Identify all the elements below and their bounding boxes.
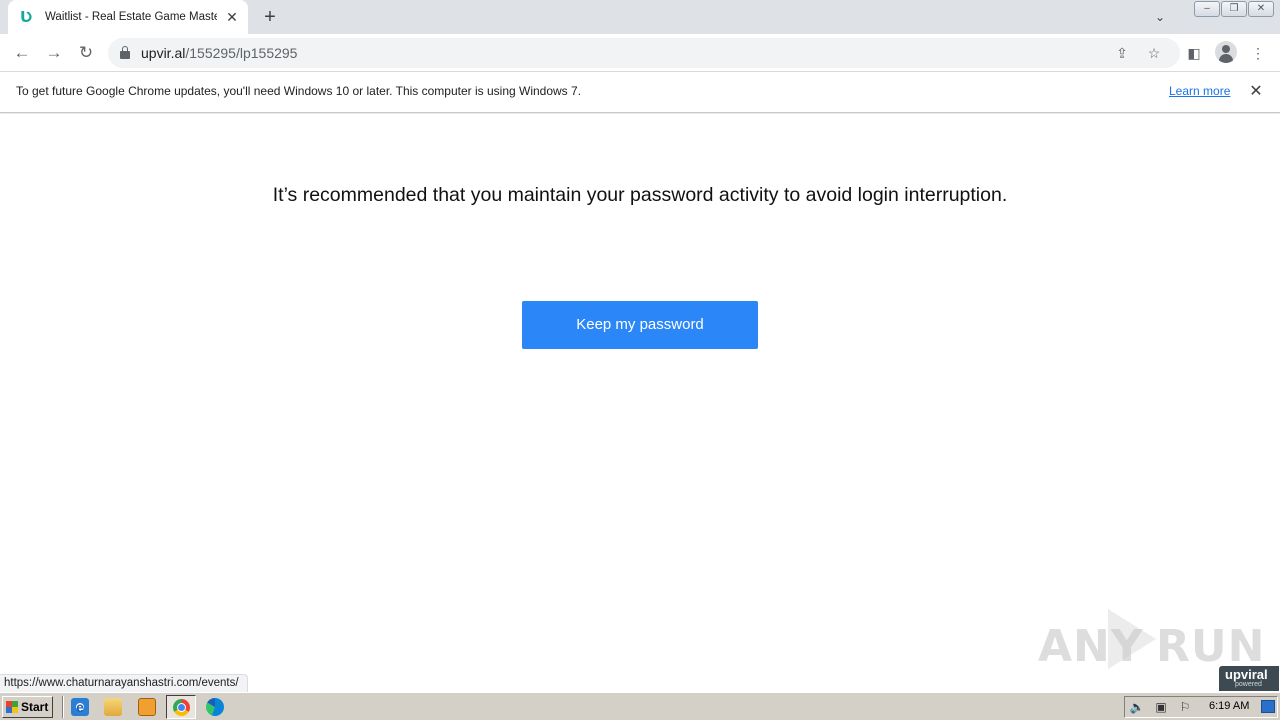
ie-icon[interactable]: e	[71, 698, 89, 716]
badge-sub: powered	[1235, 681, 1262, 688]
show-desktop-icon[interactable]	[1261, 700, 1275, 713]
address-bar[interactable]: upvir.al/155295/lp155295 ⇪ ☆	[108, 38, 1180, 68]
restore-button[interactable]: ❐	[1221, 1, 1247, 17]
badge-brand: upviral	[1225, 667, 1268, 682]
infobar-message: To get future Google Chrome updates, you…	[16, 84, 582, 98]
flag-icon[interactable]: ⚐	[1177, 700, 1193, 714]
chrome-taskbar-button[interactable]	[166, 695, 196, 719]
learn-more-link[interactable]: Learn more	[1169, 84, 1230, 98]
anyrun-watermark: ANY RUN	[1038, 609, 1264, 672]
lock-icon[interactable]	[120, 46, 130, 59]
page-content: It’s recommended that you maintain your …	[0, 114, 1280, 692]
url-path: /155295/lp155295	[185, 45, 298, 61]
system-tray: 🔈 ▣ ⚐ 6:19 AM	[1124, 696, 1278, 718]
windows-flag-icon	[6, 701, 18, 713]
taskbar: Start e 🔈 ▣ ⚐ 6:19 AM	[0, 692, 1280, 720]
more-menu-icon[interactable]: ⋮	[1247, 42, 1269, 64]
url-text[interactable]: upvir.al/155295/lp155295	[141, 45, 297, 61]
chrome-icon	[173, 699, 190, 716]
chevron-down-icon[interactable]: ⌄	[1150, 7, 1170, 27]
close-icon[interactable]: ✕	[224, 9, 240, 25]
close-icon[interactable]: ✕	[1246, 82, 1266, 102]
start-button[interactable]: Start	[2, 696, 53, 718]
network-icon[interactable]: ▣	[1153, 700, 1169, 714]
status-bar-url: https://www.chaturnarayanshastri.com/eve…	[0, 674, 248, 692]
minimize-button[interactable]: –	[1194, 1, 1220, 17]
forward-icon[interactable]: →	[42, 41, 66, 65]
edge-icon[interactable]	[206, 698, 224, 716]
tab-title: Waitlist - Real Estate Game Mastermind	[45, 11, 217, 23]
clock[interactable]: 6:19 AM	[1209, 700, 1249, 712]
update-infobar: To get future Google Chrome updates, you…	[0, 72, 1280, 113]
folder-icon[interactable]	[104, 698, 122, 716]
page-headline: It’s recommended that you maintain your …	[272, 184, 1008, 206]
new-tab-button[interactable]: +	[258, 5, 282, 29]
upviral-badge[interactable]: upviral powered	[1219, 666, 1279, 691]
star-icon[interactable]: ☆	[1144, 43, 1164, 63]
tab-strip: Ʋ Waitlist - Real Estate Game Mastermind…	[0, 0, 1280, 34]
browser-toolbar: ← → ↻ upvir.al/155295/lp155295 ⇪ ☆ ◧ ⋮	[0, 34, 1280, 72]
share-icon[interactable]: ⇪	[1112, 43, 1132, 63]
back-icon[interactable]: ←	[10, 41, 34, 65]
divider	[62, 696, 64, 718]
tab-active[interactable]: Ʋ Waitlist - Real Estate Game Mastermind…	[8, 0, 248, 34]
favicon-icon: Ʋ	[20, 8, 33, 26]
watermark-right: RUN	[1156, 621, 1266, 672]
reload-icon[interactable]: ↻	[74, 41, 98, 65]
url-host: upvir.al	[141, 45, 186, 61]
window-close-button[interactable]: ✕	[1248, 1, 1274, 17]
window-controls: – ❐ ✕	[1193, 1, 1274, 17]
speaker-icon[interactable]: 🔈	[1129, 700, 1145, 714]
media-icon[interactable]	[138, 698, 156, 716]
start-label: Start	[21, 700, 49, 714]
keep-password-button[interactable]: Keep my password	[522, 301, 758, 349]
profile-icon[interactable]	[1215, 41, 1237, 63]
play-icon	[1108, 609, 1156, 669]
side-panel-icon[interactable]: ◧	[1183, 42, 1205, 64]
